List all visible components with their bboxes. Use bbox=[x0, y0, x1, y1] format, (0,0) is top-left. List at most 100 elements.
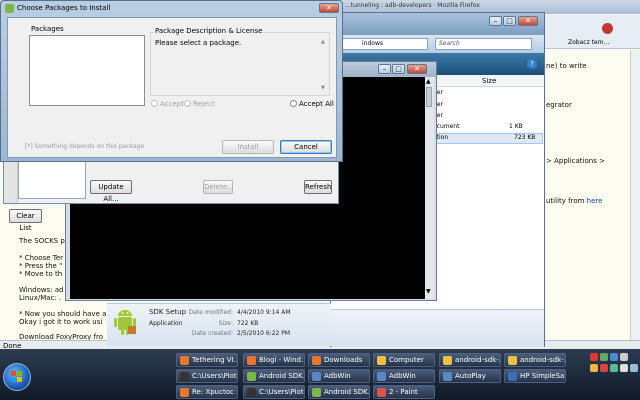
page-text-line: Windows: ad bbox=[19, 286, 64, 294]
tray-icon[interactable] bbox=[600, 364, 608, 372]
file-row-selected[interactable]: ation 723 KB bbox=[431, 133, 543, 144]
file-row[interactable]: der bbox=[433, 101, 533, 111]
taskbar-button-label: AdbWin bbox=[324, 372, 351, 380]
update-all-button[interactable]: Update All... bbox=[90, 180, 132, 203]
reject-radio[interactable]: Reject bbox=[184, 100, 215, 108]
taskbar-button-label: Downloads bbox=[324, 356, 363, 364]
page-text-line: * Press the " bbox=[19, 262, 63, 270]
app-icon bbox=[508, 372, 517, 381]
page-text-line: egrator bbox=[546, 101, 572, 109]
taskbar-button[interactable]: Downloads bbox=[308, 353, 370, 367]
taskbar-button[interactable]: AdbWin bbox=[308, 369, 370, 383]
file-row[interactable]: der bbox=[433, 112, 533, 122]
close-button[interactable]: ✕ bbox=[518, 16, 538, 26]
taskbar-button[interactable]: AdbWin bbox=[373, 369, 435, 383]
taskbar-button[interactable]: android-sdk-... bbox=[439, 353, 501, 367]
minimize-button[interactable]: – bbox=[489, 16, 502, 26]
page-text-line: > Applications > bbox=[546, 157, 605, 165]
description-scroll-up-icon[interactable]: ▲ bbox=[321, 39, 325, 45]
accept-all-radio[interactable]: Accept All bbox=[290, 100, 334, 108]
app-icon bbox=[443, 356, 452, 365]
system-tray bbox=[586, 350, 640, 400]
details-name: SDK Setup bbox=[149, 308, 187, 316]
tray-icon[interactable] bbox=[610, 364, 618, 372]
taskbar-button-label: C:\Users\Piot... bbox=[259, 388, 304, 396]
file-size: 1 KB bbox=[509, 123, 523, 130]
scroll-up-icon[interactable]: ▲ bbox=[426, 78, 431, 85]
packages-list[interactable] bbox=[29, 35, 145, 106]
description-label: Package Description & License bbox=[154, 27, 264, 35]
app-icon bbox=[180, 388, 189, 397]
details-created-label: Date created: bbox=[191, 330, 233, 337]
scroll-down-icon[interactable]: ▼ bbox=[426, 288, 431, 295]
file-row[interactable]: ocument 1 KB bbox=[433, 123, 533, 133]
search-input[interactable]: Search bbox=[435, 38, 532, 50]
close-button[interactable]: ✕ bbox=[407, 64, 427, 74]
page-text-line: The SOCKS p bbox=[19, 237, 65, 245]
radio-icon bbox=[184, 100, 191, 107]
taskbar-button[interactable]: C:\Users\Piot... bbox=[176, 369, 238, 383]
start-button[interactable] bbox=[3, 363, 31, 391]
maximize-button[interactable]: □ bbox=[503, 16, 516, 26]
install-button[interactable]: Install bbox=[222, 140, 274, 154]
taskbar-button[interactable]: Tethering VI... bbox=[176, 353, 238, 367]
app-icon bbox=[377, 372, 386, 381]
delete-button[interactable]: Delete... bbox=[203, 180, 234, 194]
network-icon[interactable] bbox=[630, 364, 638, 372]
minimize-button[interactable]: – bbox=[378, 64, 391, 74]
dialog-app-icon bbox=[5, 4, 14, 13]
taskbar-button-label: AdbWin bbox=[389, 372, 416, 380]
taskbar-button[interactable]: HP SimpleSa... bbox=[504, 369, 566, 383]
close-button[interactable]: ✕ bbox=[319, 3, 339, 13]
taskbar-button[interactable]: Re: Xpuctoc ... bbox=[176, 385, 238, 399]
app-icon bbox=[377, 388, 386, 397]
maximize-button[interactable]: □ bbox=[392, 64, 405, 74]
dependency-note: [*] Something depends on this package bbox=[25, 143, 145, 150]
taskbar-button-label: Android SDK... bbox=[324, 388, 370, 396]
column-header-size[interactable]: Size bbox=[482, 77, 496, 85]
firefox-toolbar: Zobacz tem... bbox=[540, 15, 640, 49]
clear-list-button[interactable]: Clear List bbox=[9, 209, 42, 232]
tray-icon[interactable] bbox=[600, 353, 608, 361]
taskbar-button[interactable]: android-sdk-... bbox=[504, 353, 566, 367]
taskbar-button[interactable]: Computer bbox=[373, 353, 435, 367]
help-icon[interactable]: ? bbox=[527, 59, 537, 69]
packages-label: Packages bbox=[30, 25, 65, 33]
cancel-button[interactable]: Cancel bbox=[280, 140, 332, 154]
taskbar-button-label: Tethering VI... bbox=[192, 356, 238, 364]
console-scrollbar[interactable]: ▲ ▼ bbox=[425, 77, 434, 299]
page-text-line: * Choose Ter bbox=[19, 254, 64, 262]
app-icon bbox=[247, 388, 256, 397]
taskbar-button-label: HP SimpleSa... bbox=[520, 372, 566, 380]
details-size-value: 722 KB bbox=[237, 320, 259, 327]
tray-icon[interactable] bbox=[610, 353, 618, 361]
accept-all-label: Accept All bbox=[299, 100, 334, 108]
tray-icon[interactable] bbox=[620, 353, 628, 361]
address-input[interactable]: indows bbox=[333, 38, 428, 50]
adblock-icon[interactable] bbox=[602, 23, 613, 34]
refresh-button[interactable]: Refresh bbox=[304, 180, 332, 194]
firefox-scrollbar[interactable] bbox=[630, 50, 640, 340]
tray-icon[interactable] bbox=[590, 364, 598, 372]
file-size: 723 KB bbox=[514, 134, 536, 141]
taskbar-button[interactable]: Android SDK... bbox=[308, 385, 370, 399]
details-type: Application bbox=[149, 320, 183, 327]
app-icon bbox=[443, 372, 452, 381]
explorer-titlebar[interactable]: – □ ✕ bbox=[331, 13, 544, 35]
scroll-thumb[interactable] bbox=[426, 87, 432, 107]
tray-icon[interactable] bbox=[590, 353, 598, 361]
dialog-title: Choose Packages to Install bbox=[17, 4, 111, 12]
taskbar-button[interactable]: 2 - Paint bbox=[373, 385, 435, 399]
taskbar-button-label: Android SDK... bbox=[259, 372, 305, 380]
taskbar-button[interactable]: Blogi - Wind... bbox=[243, 353, 305, 367]
taskbar-button[interactable]: C:\Users\Piot... bbox=[243, 385, 305, 399]
accept-radio[interactable]: Accept bbox=[151, 100, 184, 108]
volume-icon[interactable] bbox=[620, 364, 628, 372]
firefox-bookmark[interactable]: Zobacz tem... bbox=[568, 39, 609, 46]
taskbar-button[interactable]: AutoPlay bbox=[439, 369, 501, 383]
quick-launch bbox=[40, 351, 170, 399]
taskbar-button[interactable]: Android SDK... bbox=[243, 369, 305, 383]
description-scroll-down-icon[interactable]: ▼ bbox=[321, 85, 325, 91]
file-row[interactable]: der bbox=[433, 89, 533, 99]
page-link-here[interactable]: here bbox=[587, 197, 603, 205]
